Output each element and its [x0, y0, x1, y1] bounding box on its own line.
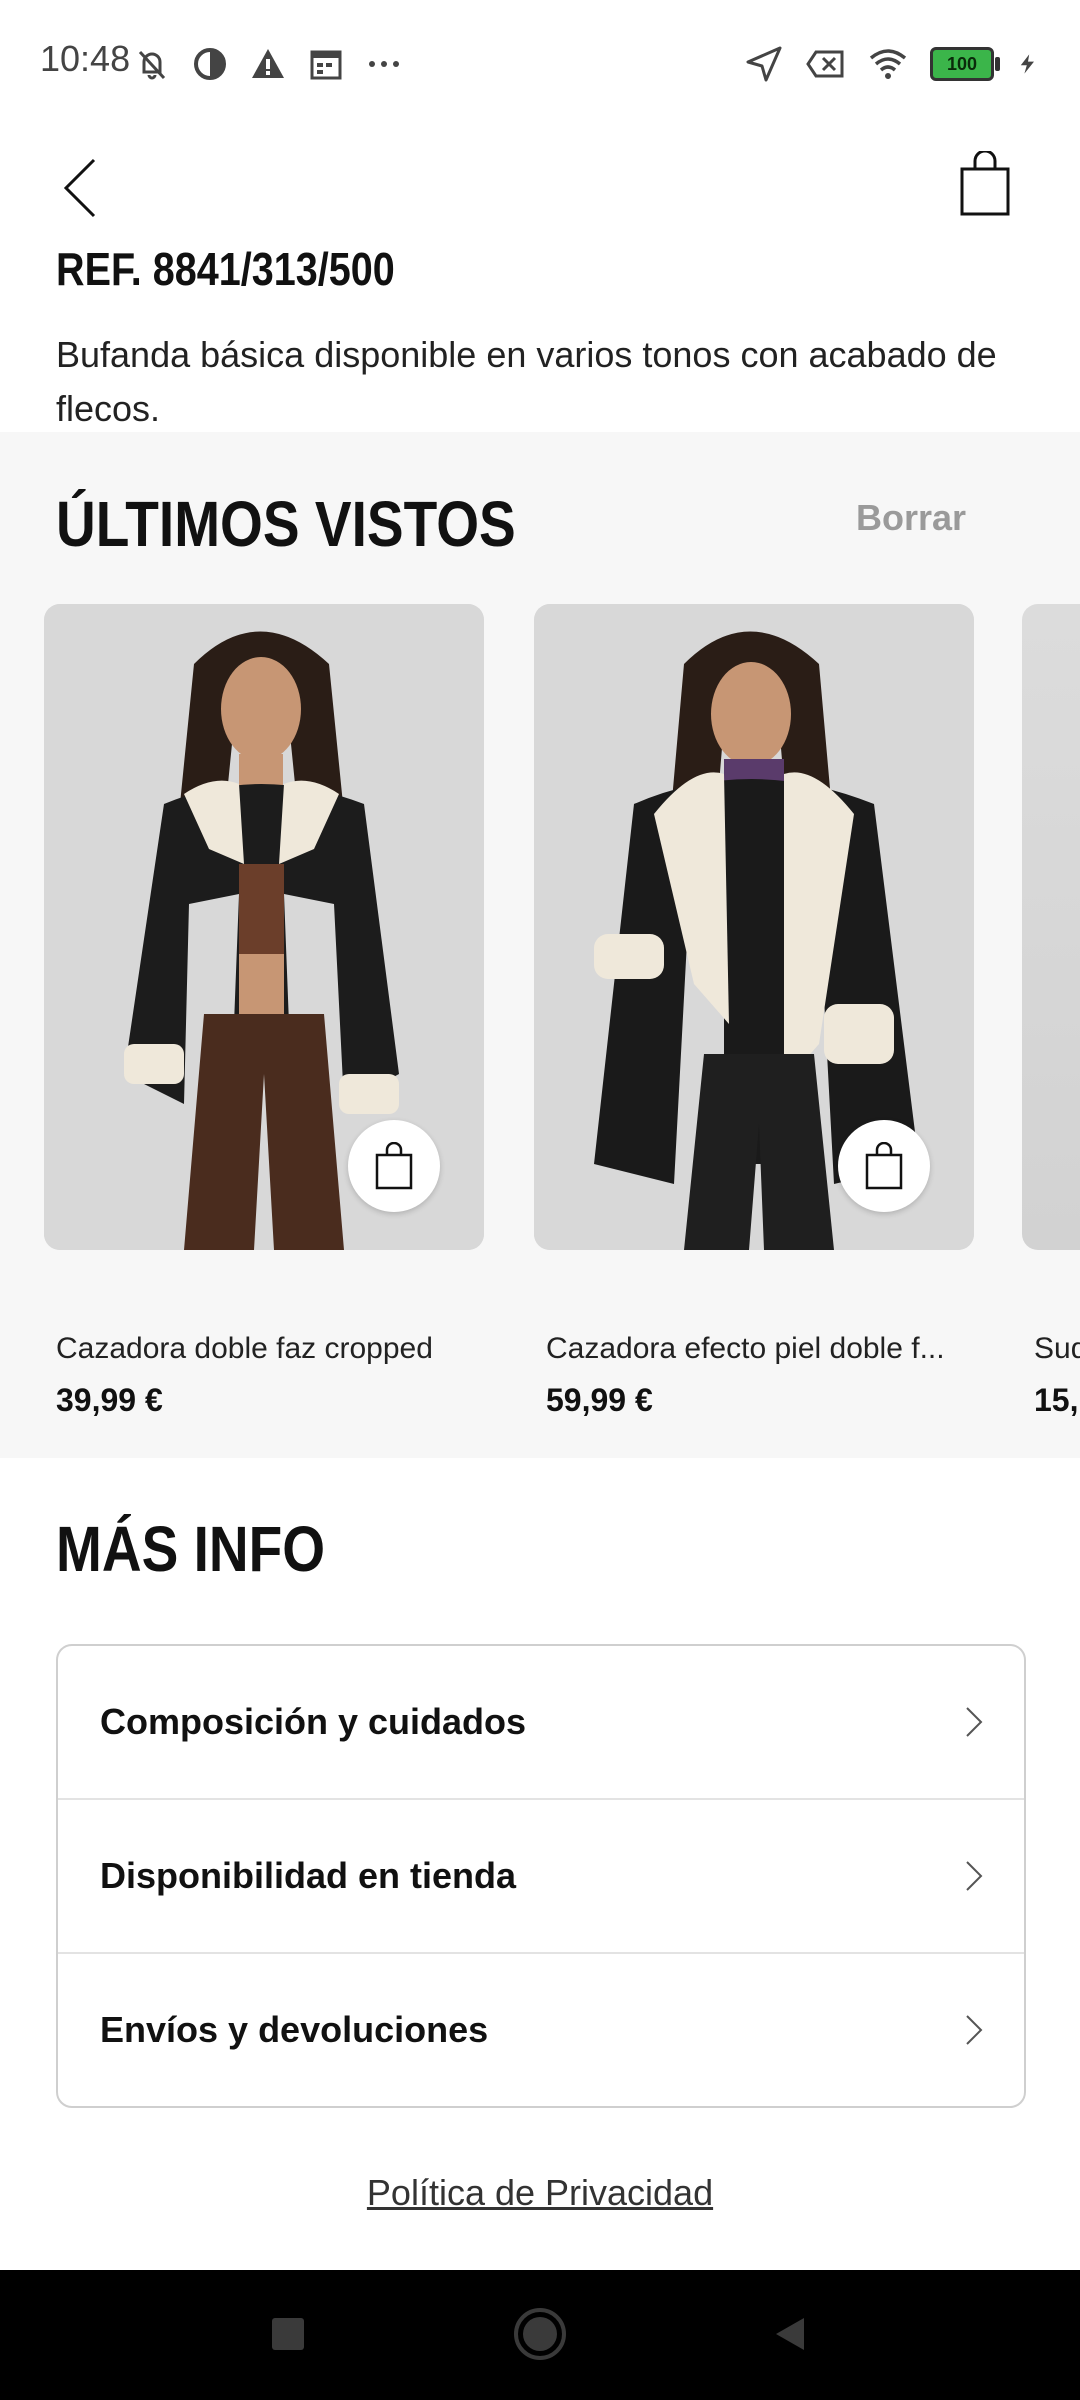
warning-icon: [252, 49, 284, 78]
info-list: Composición y cuidados Disponibilidad en…: [56, 1644, 1026, 2108]
recently-viewed-section: ÚLTIMOS VISTOS Borrar Cazadora doble faz…: [0, 432, 1080, 1458]
chevron-right-icon: [966, 1861, 983, 1891]
home-circle-icon: [514, 2308, 566, 2360]
product-image[interactable]: [1022, 604, 1080, 1250]
back-nav-button[interactable]: [760, 2304, 820, 2364]
product-image[interactable]: [44, 604, 484, 1250]
battery-icon: 100: [930, 47, 1000, 81]
product-card[interactable]: Cazadora doble faz cropped 39,99 €: [44, 604, 484, 1418]
product-card[interactable]: Cazadora efecto piel doble f... 59,99 €: [534, 604, 974, 1418]
mute-icon: [138, 50, 166, 80]
more-info-title: MÁS INFO: [56, 1513, 326, 1585]
info-row-label: Envíos y devoluciones: [100, 2009, 489, 2050]
back-button[interactable]: [50, 148, 110, 228]
top-app-bar: [0, 130, 1080, 250]
home-button[interactable]: [510, 2304, 570, 2364]
product-description: Bufanda básica disponible en varios tono…: [56, 334, 997, 429]
wifi-icon: [869, 49, 907, 79]
data-saver-icon: [194, 48, 226, 80]
status-icons-right: 100: [744, 44, 1040, 84]
product-name[interactable]: Cazadora doble faz cropped: [56, 1332, 496, 1366]
product-name[interactable]: Sud: [1034, 1332, 1080, 1366]
shopping-bag-icon: [960, 151, 1010, 216]
battery-level: 100: [946, 53, 978, 74]
shopping-bag-button[interactable]: [950, 144, 1020, 224]
chevron-right-icon: [966, 2015, 983, 2045]
privacy-footer: Política de Privacidad: [0, 2172, 1080, 2214]
calendar-icon: [310, 50, 342, 80]
product-price: 39,99 €: [56, 1382, 163, 1418]
recently-viewed-title: ÚLTIMOS VISTOS: [56, 488, 516, 560]
product-reference: REF. 8841/313/500: [56, 243, 395, 290]
recents-button[interactable]: [258, 2304, 318, 2364]
charging-icon: [1020, 54, 1034, 74]
product-price: 15,: [1034, 1382, 1079, 1418]
shopping-bag-icon: [865, 1142, 903, 1190]
info-row-label: Composición y cuidados: [100, 1701, 527, 1742]
info-row-composition[interactable]: Composición y cuidados: [58, 1646, 1024, 1800]
recents-square-icon: [272, 2318, 304, 2350]
product-image[interactable]: [534, 604, 974, 1250]
info-row-label: Disponibilidad en tienda: [100, 1855, 517, 1896]
product-name[interactable]: Cazadora efecto piel doble f...: [546, 1332, 986, 1366]
add-to-bag-button[interactable]: [348, 1120, 440, 1212]
back-triangle-icon: [776, 2318, 804, 2350]
no-sim-icon: [806, 50, 844, 78]
info-row-shipping-returns[interactable]: Envíos y devoluciones: [58, 1954, 1024, 2106]
more-dots-icon: [369, 61, 399, 67]
shopping-bag-icon: [375, 1142, 413, 1190]
status-time: 10:48: [40, 38, 131, 79]
status-bar: 10:48 100: [0, 0, 1080, 130]
clear-button[interactable]: Borrar: [856, 497, 966, 539]
status-icons-left: [132, 44, 404, 84]
location-icon: [746, 46, 782, 82]
back-chevron-icon: [63, 158, 96, 218]
product-card[interactable]: Sud 15,: [1022, 604, 1080, 1418]
system-navigation-bar: [0, 2270, 1080, 2400]
add-to-bag-button[interactable]: [838, 1120, 930, 1212]
privacy-policy-link[interactable]: Política de Privacidad: [367, 2172, 713, 2213]
chevron-right-icon: [966, 1707, 983, 1737]
info-row-store-availability[interactable]: Disponibilidad en tienda: [58, 1800, 1024, 1954]
product-price: 59,99 €: [546, 1382, 653, 1418]
